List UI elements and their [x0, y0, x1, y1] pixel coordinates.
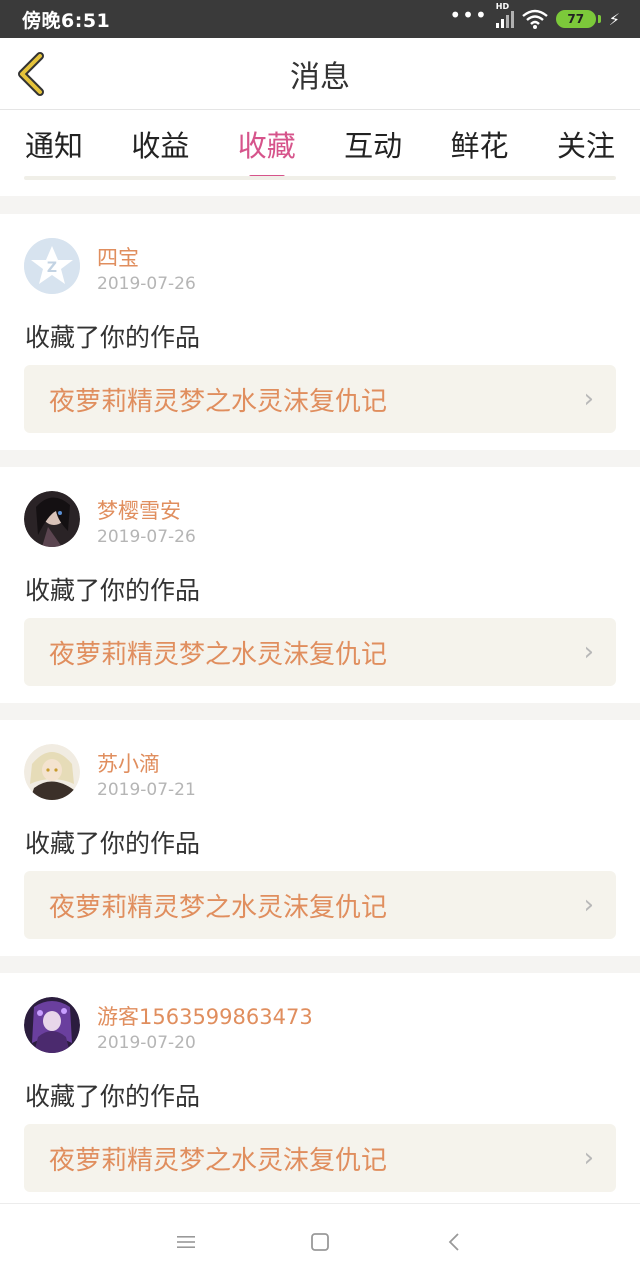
home-square-icon — [311, 1233, 329, 1251]
message-action: 收藏了你的作品 — [25, 576, 201, 605]
svg-text:Z: Z — [47, 260, 57, 276]
chevron-right-icon: › — [583, 1143, 594, 1173]
status-bar: 傍晚6:51 ••• HD 77 ⚡ — [0, 0, 640, 38]
user-avatar-image — [24, 491, 80, 547]
username[interactable]: 梦樱雪安 — [97, 495, 181, 525]
menu-icon — [177, 1236, 195, 1248]
user-avatar-image — [24, 997, 80, 1053]
username[interactable]: 游客1563599863473 — [97, 1001, 313, 1031]
back-chevron-icon — [448, 1233, 459, 1251]
work-link[interactable]: 夜萝莉精灵梦之水灵沫复仇记 › — [24, 871, 616, 939]
tab-notifications[interactable]: 通知 — [24, 123, 84, 165]
work-title: 夜萝莉精灵梦之水灵沫复仇记 — [49, 639, 388, 670]
tab-follows[interactable]: 关注 — [556, 123, 616, 165]
chevron-right-icon: › — [583, 637, 594, 667]
wifi-icon — [521, 9, 548, 29]
back-button[interactable] — [387, 1232, 521, 1252]
battery-icon: 77 — [555, 10, 596, 28]
avatar[interactable] — [24, 997, 80, 1053]
system-nav-bar — [0, 1203, 640, 1280]
work-link[interactable]: 夜萝莉精灵梦之水灵沫复仇记 › — [24, 618, 616, 686]
tab-flowers[interactable]: 鲜花 — [450, 123, 510, 165]
work-title: 夜萝莉精灵梦之水灵沫复仇记 — [49, 892, 388, 923]
message-list: Z 四宝 2019-07-26 收藏了你的作品 夜萝莉精灵梦之水灵沫复仇记 › … — [0, 214, 640, 1226]
message-date: 2019-07-26 — [97, 527, 196, 547]
chevron-right-icon: › — [583, 384, 594, 414]
work-title: 夜萝莉精灵梦之水灵沫复仇记 — [49, 1145, 388, 1176]
tab-divider — [24, 176, 616, 180]
message-date: 2019-07-21 — [97, 780, 196, 800]
work-link[interactable]: 夜萝莉精灵梦之水灵沫复仇记 › — [24, 365, 616, 433]
username[interactable]: 四宝 — [97, 242, 139, 272]
avatar[interactable]: Z — [24, 238, 80, 294]
battery-tip — [597, 15, 601, 23]
avatar[interactable] — [24, 744, 80, 800]
status-icons: ••• HD 77 ⚡ — [449, 2, 620, 29]
message-date: 2019-07-20 — [97, 1033, 196, 1053]
status-time: 傍晚6:51 — [22, 9, 111, 32]
username[interactable]: 苏小滴 — [97, 748, 160, 778]
message-date: 2019-07-26 — [97, 274, 196, 294]
message-card: 苏小滴 2019-07-21 收藏了你的作品 夜萝莉精灵梦之水灵沫复仇记 › — [0, 720, 640, 956]
charging-icon: ⚡ — [608, 9, 620, 29]
tab-earnings[interactable]: 收益 — [130, 123, 190, 165]
more-dots-icon: ••• — [449, 3, 488, 27]
work-title: 夜萝莉精灵梦之水灵沫复仇记 — [49, 386, 388, 417]
message-card: 梦樱雪安 2019-07-26 收藏了你的作品 夜萝莉精灵梦之水灵沫复仇记 › — [0, 467, 640, 703]
user-avatar-image — [24, 744, 80, 800]
page-title: 消息 — [290, 60, 350, 95]
tab-favorites[interactable]: 收藏 — [237, 123, 297, 179]
message-card: Z 四宝 2019-07-26 收藏了你的作品 夜萝莉精灵梦之水灵沫复仇记 › — [0, 214, 640, 450]
work-link[interactable]: 夜萝莉精灵梦之水灵沫复仇记 › — [24, 1124, 616, 1192]
signal-icon: HD — [495, 2, 514, 28]
chevron-right-icon: › — [583, 890, 594, 920]
tab-interactions[interactable]: 互动 — [343, 123, 403, 165]
message-action: 收藏了你的作品 — [25, 323, 201, 352]
message-action: 收藏了你的作品 — [25, 829, 201, 858]
avatar[interactable] — [24, 491, 80, 547]
menu-button[interactable] — [119, 1234, 253, 1250]
home-button[interactable] — [253, 1232, 387, 1252]
message-action: 收藏了你的作品 — [25, 1082, 201, 1111]
message-card: 游客1563599863473 2019-07-20 收藏了你的作品 夜萝莉精灵… — [0, 973, 640, 1209]
default-avatar-icon: Z — [24, 238, 80, 294]
app-header: 消息 — [0, 38, 640, 110]
tab-bar: 通知 收益 收藏 互动 鲜花 关注 — [0, 110, 640, 196]
